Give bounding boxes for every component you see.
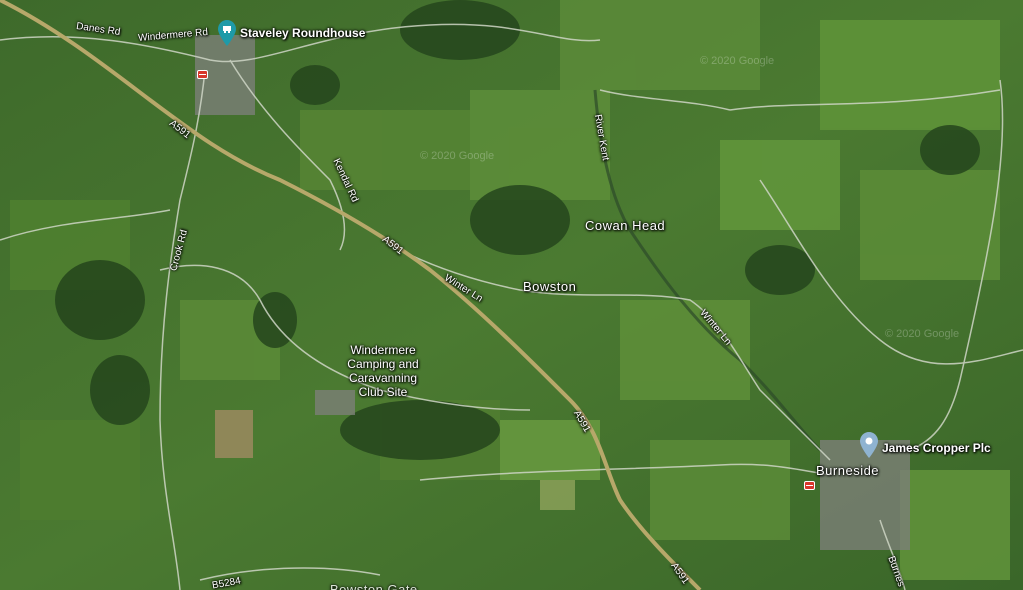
campsite-label-line: Caravanning	[348, 371, 418, 385]
campsite-label-line: Club Site	[358, 385, 408, 399]
poi-label-james-cropper[interactable]: James Cropper Plc	[882, 441, 991, 455]
place-label-partial: Bowston Gate	[330, 582, 418, 590]
place-label-cowan-head[interactable]: Cowan Head	[585, 218, 665, 233]
google-watermark: © 2020 Google	[420, 150, 495, 162]
railway-station-icon[interactable]	[197, 70, 208, 79]
google-watermark: © 2020 Google	[700, 55, 775, 67]
campsite-label-line: Windermere	[350, 343, 416, 357]
campsite-label-line: Camping and	[347, 357, 419, 371]
teal-place-pin-icon[interactable]	[218, 20, 236, 46]
poi-label-campsite[interactable]: Windermere Camping and Caravanning Club …	[340, 343, 426, 399]
place-label-burneside[interactable]: Burneside	[816, 463, 879, 478]
google-watermark: © 2020 Google	[885, 328, 960, 340]
satellite-map[interactable]: © 2020 Google © 2020 Google © 2020 Googl…	[0, 0, 1023, 590]
satellite-imagery	[0, 0, 1023, 590]
place-label-bowston[interactable]: Bowston	[523, 279, 576, 294]
railway-station-icon[interactable]	[804, 481, 815, 490]
blue-place-pin-icon[interactable]	[860, 432, 878, 458]
poi-label-staveley-roundhouse[interactable]: Staveley Roundhouse	[240, 26, 365, 40]
